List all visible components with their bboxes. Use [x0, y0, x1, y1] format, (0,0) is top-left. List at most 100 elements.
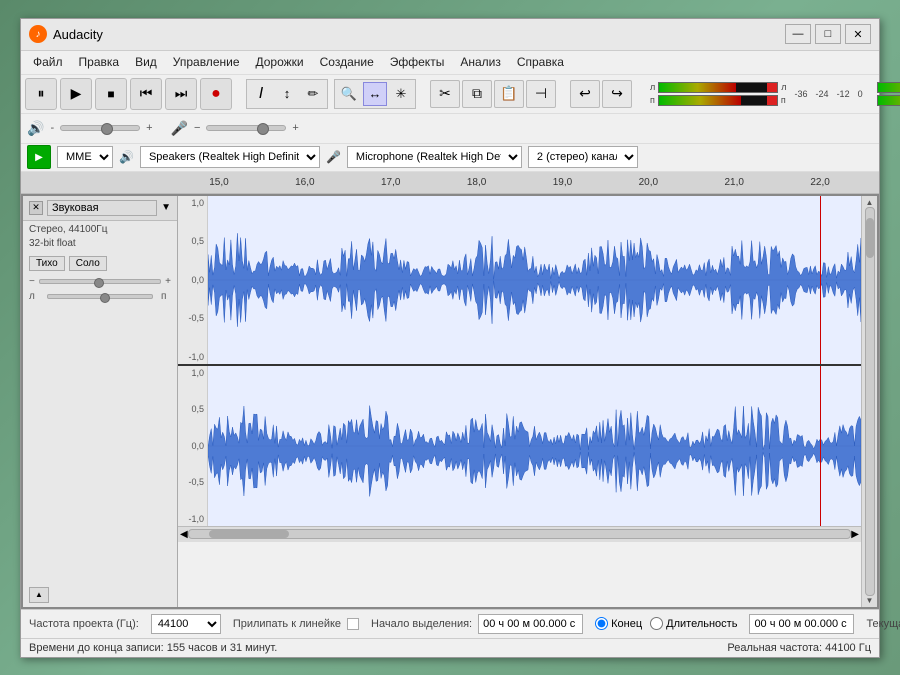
redo-btn[interactable]: ↪: [602, 80, 632, 108]
paste-tool[interactable]: 📋: [494, 80, 524, 108]
scroll-left-arrow[interactable]: ◀: [180, 529, 188, 540]
tools-group: I ↕ ✏: [246, 79, 328, 109]
zoom-tool[interactable]: 🔍: [337, 82, 361, 106]
project-rate-control: 44100: [151, 614, 221, 634]
bottom-status-bar: Времени до конца записи: 155 часов и 31 …: [21, 638, 879, 657]
output-meter-bottom: [877, 95, 900, 106]
channel-bottom: 1,0 0,5 0,0 -0,5 -1,0: [178, 366, 861, 526]
position-label: Текущая позиция:: [866, 618, 900, 630]
record-button[interactable]: ●: [200, 78, 232, 110]
track-name-button[interactable]: Звуковая: [47, 200, 157, 216]
cut-tool[interactable]: ✂: [430, 80, 460, 108]
end-length-radio-group: Конец Длительность: [595, 617, 737, 630]
api-select[interactable]: MME: [57, 146, 113, 168]
menu-view[interactable]: Вид: [127, 53, 165, 71]
scroll-right-arrow[interactable]: ▶: [851, 529, 859, 540]
menu-help[interactable]: Справка: [509, 53, 572, 71]
undo-btn[interactable]: ↩: [570, 80, 600, 108]
end-radio-opt: Конец: [595, 617, 642, 630]
ruler-mark-0: 15,0: [176, 177, 262, 188]
y-top-2: 0,5: [191, 236, 204, 246]
skip-forward-button[interactable]: ⏭: [165, 78, 197, 110]
menu-tracks[interactable]: Дорожки: [248, 53, 312, 71]
maximize-button[interactable]: □: [815, 24, 841, 44]
channels-select[interactable]: 2 (стерео) канал: [528, 146, 638, 168]
volume-slider[interactable]: [60, 125, 140, 131]
menu-create[interactable]: Создание: [312, 53, 382, 71]
minimize-button[interactable]: —: [785, 24, 811, 44]
move-tool[interactable]: ↔: [363, 82, 387, 106]
scroll-down-arrow[interactable]: ▼: [866, 596, 874, 605]
right-channel-label: п: [650, 95, 655, 105]
track-collapse-controls: ▲: [29, 587, 49, 603]
waveform-svg-bottom: [208, 366, 861, 526]
scroll-up-arrow[interactable]: ▲: [866, 198, 874, 207]
snap-checkbox[interactable]: [347, 618, 359, 630]
scale-24: -24: [816, 89, 829, 99]
end-radio[interactable]: [595, 617, 608, 630]
vertical-scrollbar[interactable]: ▲ ▼: [861, 196, 877, 607]
play-green-button[interactable]: ▶: [27, 145, 51, 169]
menu-effects[interactable]: Эффекты: [382, 53, 453, 71]
selection-end-input[interactable]: [749, 614, 854, 634]
app-icon: ♪: [29, 25, 47, 43]
track-panel: ✕ Звуковая ▼ Стерео, 44100Гц 32-bit floa…: [23, 196, 178, 607]
collapse-button[interactable]: ▲: [29, 587, 49, 603]
gain-plus: +: [292, 122, 298, 134]
timeline-ruler: 15,0 16,0 17,0 18,0 19,0 20,0 21,0 22,0: [21, 172, 879, 194]
menu-edit[interactable]: Правка: [71, 53, 128, 71]
pencil-tool[interactable]: ✏: [301, 82, 325, 106]
track-close-button[interactable]: ✕: [29, 201, 43, 215]
copy-tool[interactable]: ⧉: [462, 80, 492, 108]
gain-thumb: [257, 123, 269, 135]
mic-select[interactable]: Microphone (Realtek High Defi: [347, 146, 522, 168]
scroll-h-track[interactable]: [188, 529, 852, 539]
waveform-bottom[interactable]: [208, 366, 861, 526]
menu-bar: Файл Правка Вид Управление Дорожки Созда…: [21, 51, 879, 75]
project-rate-select[interactable]: 44100: [151, 614, 221, 634]
stop-button[interactable]: ■: [95, 78, 127, 110]
track-pan-slider[interactable]: [47, 294, 153, 299]
vol-plus: +: [146, 122, 152, 134]
pan-left-label: л: [29, 291, 39, 302]
length-radio[interactable]: [650, 617, 663, 630]
speaker-icon: 🔊: [27, 120, 44, 137]
menu-file[interactable]: Файл: [25, 53, 71, 71]
track-gain-row: − +: [23, 274, 177, 289]
select-tool[interactable]: I: [249, 82, 273, 106]
y-bot-3: 0,0: [191, 441, 204, 451]
envelope-tool[interactable]: ↕: [275, 82, 299, 106]
menu-analyze[interactable]: Анализ: [452, 53, 509, 71]
playhead-bottom: [820, 366, 821, 526]
scroll-v-track[interactable]: [865, 207, 875, 596]
menu-manage[interactable]: Управление: [165, 53, 248, 71]
horizontal-scrollbar[interactable]: ◀ ▶: [178, 526, 861, 542]
selection-start-input[interactable]: [478, 614, 583, 634]
y-axis-top: 1,0 0,5 0,0 -0,5 -1,0: [178, 196, 208, 364]
time-remaining-label: Времени до конца записи: 155 часов и 31 …: [29, 642, 277, 654]
pause-button[interactable]: ⏸: [25, 78, 57, 110]
skip-back-button[interactable]: ⏮: [130, 78, 162, 110]
main-content-wrapper: ✕ Звуковая ▼ Стерео, 44100Гц 32-bit floa…: [21, 194, 879, 609]
multi-tool[interactable]: ✳: [389, 82, 413, 106]
ruler-mark-1: 16,0: [262, 177, 348, 188]
scroll-h-thumb[interactable]: [209, 530, 289, 538]
sample-rate-label: Стерео, 44100Гц: [29, 223, 171, 237]
track-dropdown-arrow[interactable]: ▼: [161, 202, 171, 213]
mute-button[interactable]: Тихо: [29, 256, 65, 271]
play-button[interactable]: ▶: [60, 78, 92, 110]
solo-button[interactable]: Соло: [69, 256, 107, 271]
ruler-mark-6: 21,0: [691, 177, 777, 188]
snap-label: Прилипать к линейке: [233, 618, 341, 630]
length-radio-opt: Длительность: [650, 617, 737, 630]
track-gain-slider[interactable]: [39, 279, 161, 284]
close-button[interactable]: ✕: [845, 24, 871, 44]
scroll-v-thumb[interactable]: [866, 218, 874, 258]
speaker-select[interactable]: Speakers (Realtek High Definit: [140, 146, 320, 168]
gain-slider[interactable]: [206, 125, 286, 131]
trim-tool[interactable]: ⊣: [526, 80, 556, 108]
vol-minus: -: [50, 122, 54, 134]
gain-minus: −: [194, 122, 200, 134]
waveform-top[interactable]: // Will be generated via JS below: [208, 196, 861, 364]
left-label-end: л: [781, 82, 786, 92]
